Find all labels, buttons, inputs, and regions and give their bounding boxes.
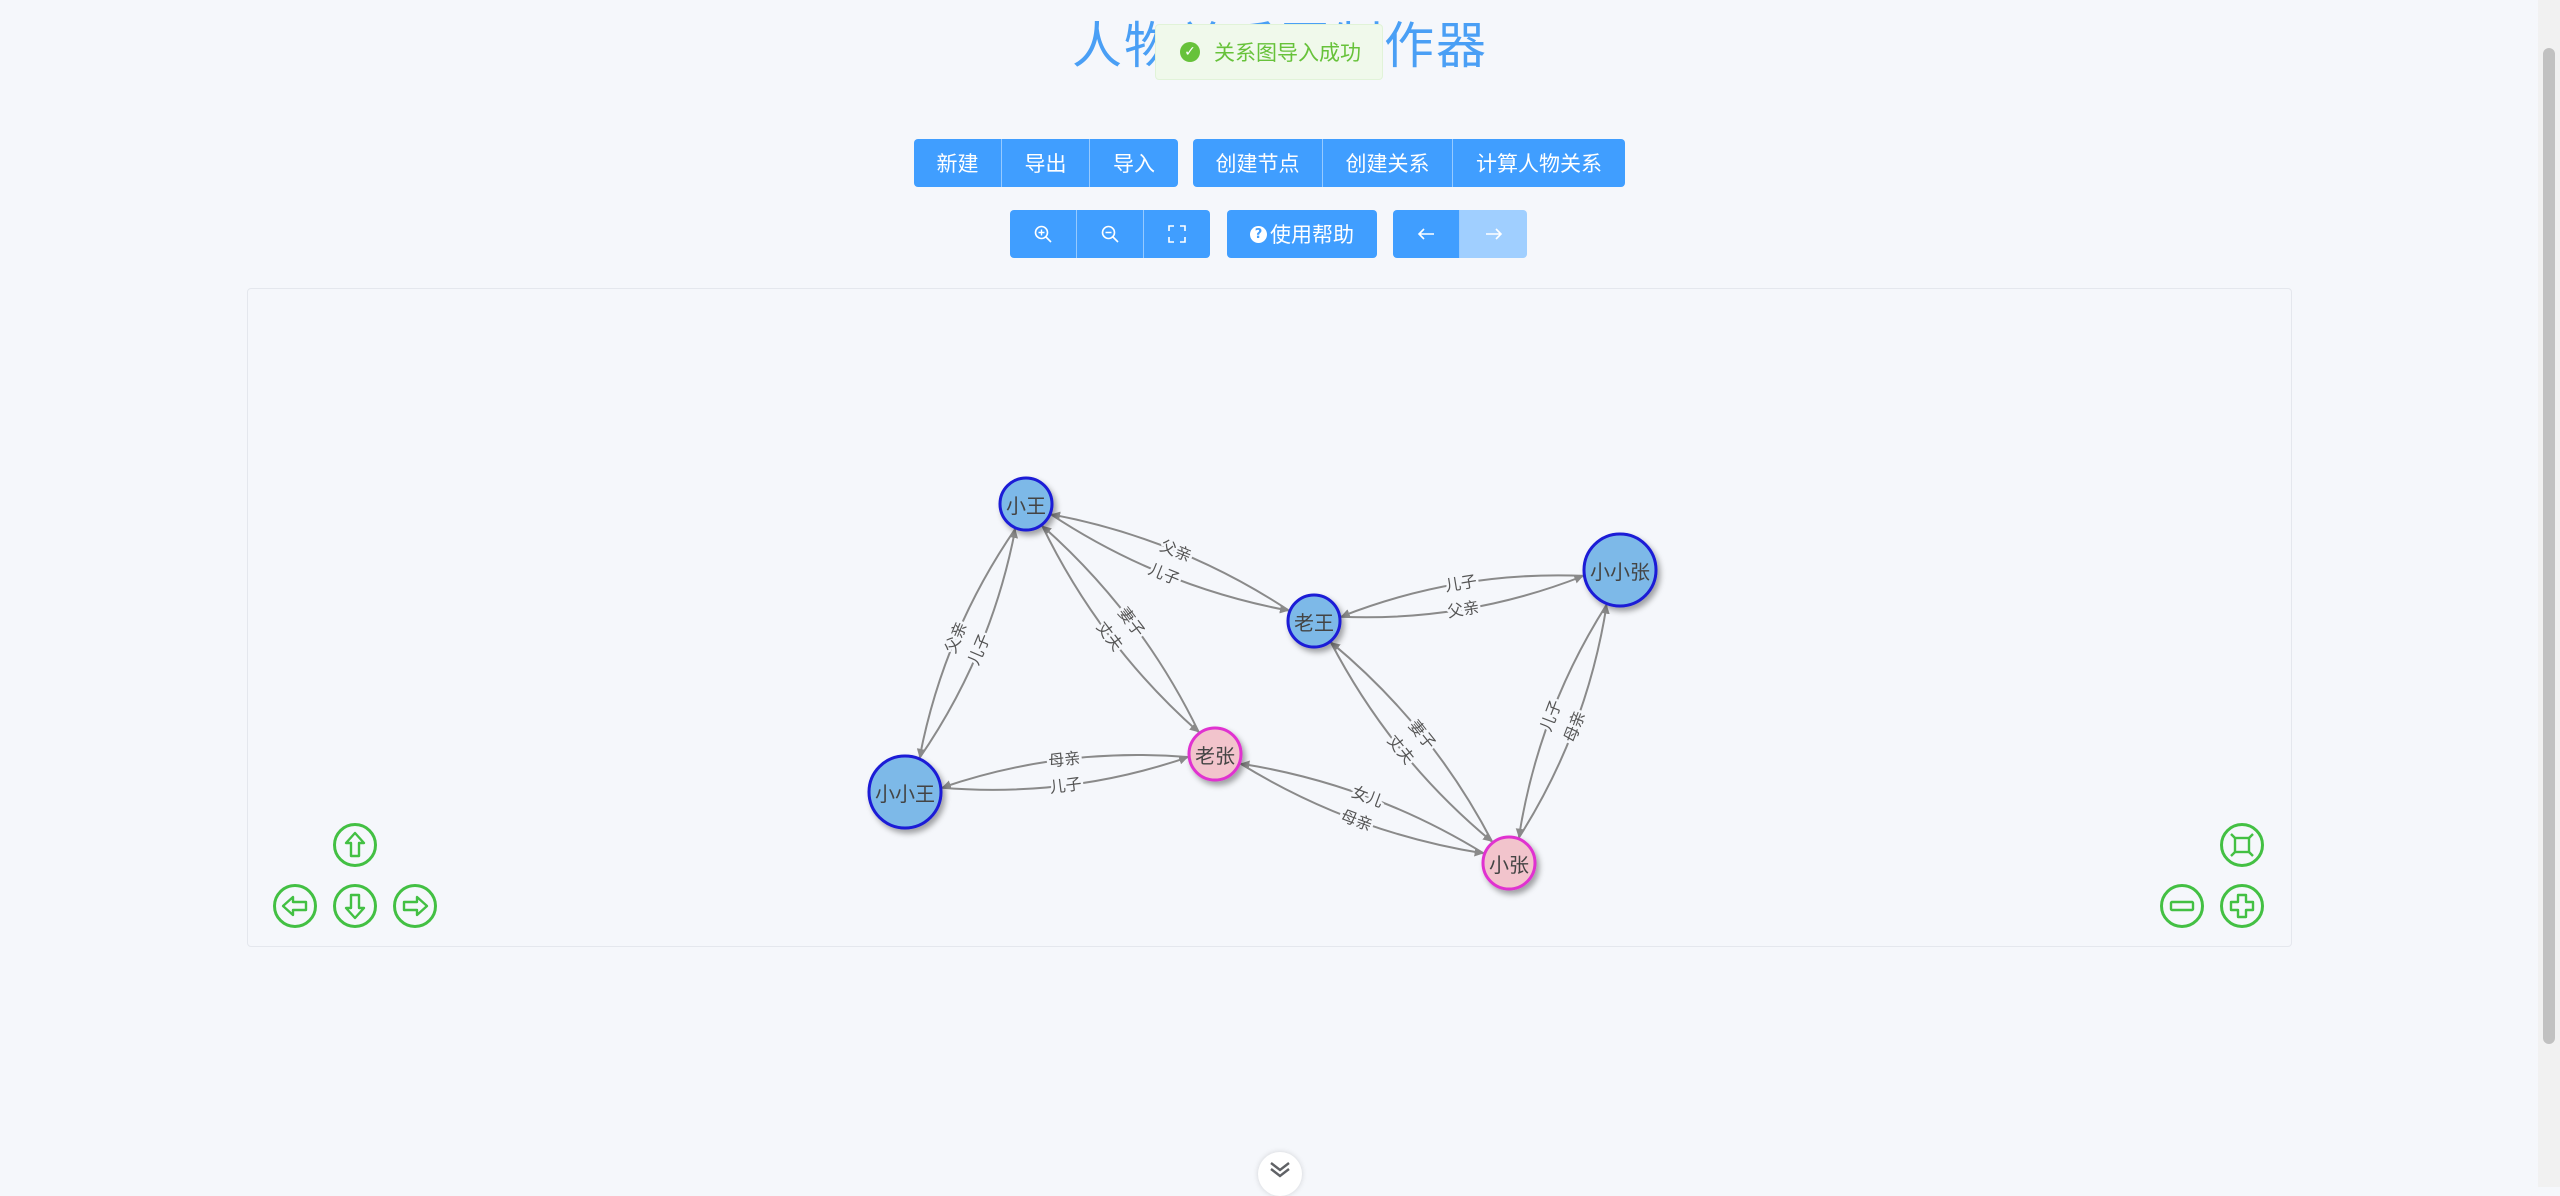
create-node-button[interactable]: 创建节点 bbox=[1193, 139, 1323, 187]
arrow-down-icon bbox=[344, 893, 366, 920]
pan-down-button[interactable] bbox=[333, 884, 377, 928]
zoom-in-control[interactable] bbox=[2220, 884, 2264, 928]
create-relation-button[interactable]: 创建关系 bbox=[1323, 139, 1453, 187]
arrow-right-icon bbox=[1485, 228, 1502, 240]
fullscreen-icon bbox=[1168, 225, 1186, 243]
fit-view-button[interactable] bbox=[2220, 823, 2264, 867]
scrollbar-thumb[interactable] bbox=[2543, 48, 2555, 1044]
toast-message: 关系图导入成功 bbox=[1214, 41, 1361, 65]
arrow-right-icon bbox=[402, 895, 429, 917]
new-button[interactable]: 新建 bbox=[914, 139, 1002, 187]
minus-icon bbox=[2169, 900, 2195, 912]
pan-left-button[interactable] bbox=[273, 884, 317, 928]
compute-relation-button[interactable]: 计算人物关系 bbox=[1453, 139, 1625, 187]
import-button[interactable]: 导入 bbox=[1090, 139, 1178, 187]
export-button[interactable]: 导出 bbox=[1002, 139, 1090, 187]
success-toast: ✓ 关系图导入成功 bbox=[1155, 24, 1383, 80]
pan-up-button[interactable] bbox=[333, 823, 377, 867]
pan-right-button[interactable] bbox=[393, 884, 437, 928]
edit-button-group: 创建节点 创建关系 计算人物关系 bbox=[1193, 139, 1625, 187]
page-scrollbar[interactable] bbox=[2538, 0, 2560, 1187]
history-button-group bbox=[1393, 210, 1527, 258]
graph-canvas[interactable] bbox=[247, 288, 2292, 947]
zoom-out-button[interactable] bbox=[1077, 210, 1144, 258]
redo-button[interactable] bbox=[1460, 210, 1527, 258]
arrow-left-icon bbox=[281, 895, 308, 917]
fullscreen-button[interactable] bbox=[1144, 210, 1210, 258]
question-icon: ? bbox=[1250, 225, 1267, 243]
chevron-down-icon bbox=[1270, 1162, 1290, 1178]
help-button[interactable]: ? 使用帮助 bbox=[1227, 210, 1377, 258]
help-button-group: ? 使用帮助 bbox=[1227, 210, 1377, 258]
zoom-in-icon bbox=[1034, 225, 1052, 243]
help-label: 使用帮助 bbox=[1270, 223, 1354, 247]
undo-button[interactable] bbox=[1393, 210, 1460, 258]
fit-view-icon bbox=[2230, 833, 2254, 857]
arrow-up-icon bbox=[344, 831, 366, 858]
arrow-left-icon bbox=[1417, 228, 1434, 240]
check-circle-icon: ✓ bbox=[1180, 42, 1200, 62]
file-button-group: 新建 导出 导入 bbox=[914, 139, 1178, 187]
plus-icon bbox=[2229, 893, 2255, 919]
zoom-button-group bbox=[1010, 210, 1210, 258]
zoom-in-button[interactable] bbox=[1010, 210, 1077, 258]
zoom-out-control[interactable] bbox=[2160, 884, 2204, 928]
zoom-out-icon bbox=[1101, 225, 1119, 243]
scroll-down-button[interactable] bbox=[1258, 1152, 1302, 1196]
